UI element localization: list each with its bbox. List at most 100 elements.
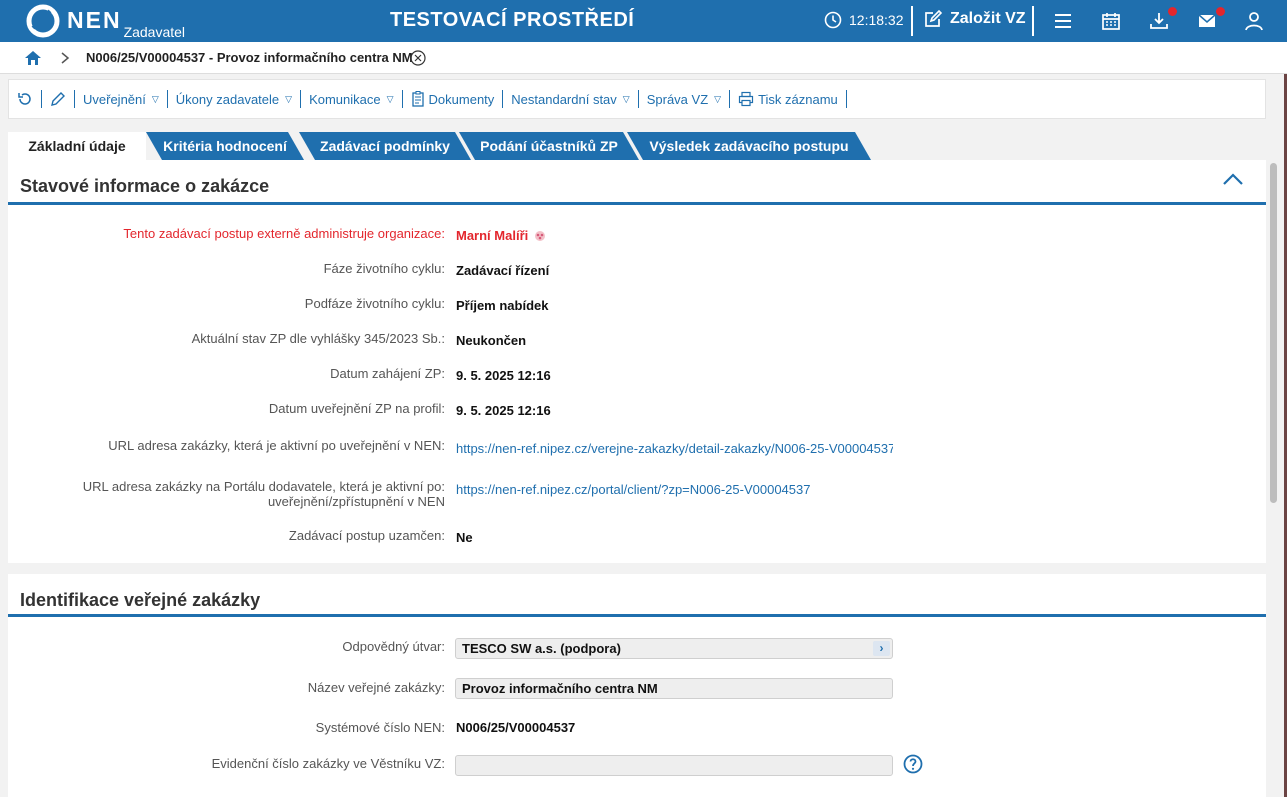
menu-icon[interactable]: [1052, 10, 1074, 32]
close-icon[interactable]: [410, 50, 426, 66]
refresh-button[interactable]: [17, 90, 41, 108]
menu-label: Tisk záznamu: [758, 91, 838, 107]
field-value: Neukončen: [456, 333, 527, 348]
field-value: Provoz informačního centra NM: [462, 681, 658, 696]
field-label: Datum zahájení ZP:: [330, 366, 445, 381]
menu-label: Správa VZ: [646, 91, 709, 107]
field-label: Datum uveřejnění ZP na profil:: [268, 401, 445, 416]
chevron-up-icon[interactable]: [1222, 172, 1244, 186]
dropdown-arrow-icon: ▽: [622, 93, 630, 104]
clock-time: 12:18:32: [849, 12, 904, 28]
download-icon[interactable]: [1148, 10, 1170, 32]
user-icon[interactable]: [1243, 10, 1265, 32]
document-icon: [411, 91, 424, 107]
menu-label: Úkony zadavatele: [175, 91, 280, 107]
menu-label: Dokumenty: [428, 91, 495, 107]
contract-name-field[interactable]: Provoz informačního centra NM: [455, 678, 893, 699]
field-value: Ne: [456, 530, 473, 545]
header-divider: [1032, 6, 1034, 36]
logo-text: NEN: [67, 7, 122, 33]
mail-notification-dot: [1216, 7, 1225, 16]
tab-zakladni-udaje[interactable]: Základní údaje: [8, 132, 146, 160]
field-label: URL adresa zakázky, která je aktivní po …: [108, 438, 445, 453]
field-label: Fáze životního cyklu:: [323, 261, 445, 276]
external-org-value[interactable]: Marní Malíři: [456, 228, 547, 243]
tab-label: Základní údaje: [28, 138, 126, 154]
field-label: Podfáze životního cyklu:: [304, 296, 445, 311]
responsible-unit-field[interactable]: TESCO SW a.s. (podpora) ›: [455, 638, 893, 659]
field-label: Název veřejné zakázky:: [307, 680, 445, 695]
field-label: Zadávací postup uzamčen:: [288, 528, 445, 543]
field-label: URL adresa zakázky na Portálu dodavatele…: [83, 479, 445, 509]
dropdown-arrow-icon: ▽: [285, 93, 293, 104]
field-label-line: URL adresa zakázky na Portálu dodavatele…: [82, 479, 445, 494]
edit-icon: [925, 9, 943, 27]
field-value: Příjem nabídek: [456, 298, 549, 313]
identification-panel: Identifikace veřejné zakázky Odpovědný ú…: [8, 574, 1266, 797]
nen-url-link[interactable]: https://nen-ref.nipez.cz/verejne-zakazky…: [456, 441, 893, 456]
clock-icon: [824, 11, 842, 29]
tab-kriteria-hodnoceni[interactable]: Kritéria hodnocení: [146, 132, 304, 160]
scrollbar-thumb[interactable]: [1270, 163, 1277, 503]
session-clock: 12:18:32: [824, 11, 904, 29]
tab-label: Kritéria hodnocení: [163, 138, 287, 154]
tab-zadavaci-podminky[interactable]: Zadávací podmínky: [299, 132, 471, 160]
chevron-right-icon[interactable]: ›: [873, 641, 890, 656]
field-value: 9. 5. 2025 12:16: [456, 368, 551, 383]
environment-title: TESTOVACÍ PROSTŘEDÍ: [390, 9, 635, 31]
mail-icon[interactable]: [1196, 10, 1218, 32]
organization-badge-icon: [535, 230, 546, 241]
tab-label: Zadávací podmínky: [320, 138, 450, 154]
menu-label: Nestandardní stav: [511, 91, 617, 107]
nen-logo[interactable]: NEN Zadavatel: [26, 4, 185, 40]
field-label: Tento zadávací postup externě administru…: [123, 226, 445, 241]
new-vz-button[interactable]: Založit VZ: [924, 9, 1026, 28]
portal-url-link[interactable]: https://nen-ref.nipez.cz/portal/client/?…: [456, 482, 893, 497]
field-value: Marní Malíři: [456, 228, 529, 243]
top-bar: NEN Zadavatel TESTOVACÍ PROSTŘEDÍ 12:18:…: [0, 0, 1287, 42]
field-label: Systémové číslo NEN:: [315, 720, 445, 735]
status-panel: Stavové informace o zakázce Tento zadáva…: [8, 160, 1266, 563]
home-icon[interactable]: [24, 49, 42, 67]
menu-sprava-vz[interactable]: Správa VZ ▽: [639, 90, 729, 108]
section-underline: [8, 202, 1266, 205]
menu-nestandardni-stav[interactable]: Nestandardní stav ▽: [503, 90, 637, 108]
refresh-icon: [18, 93, 31, 105]
new-vz-label: Založit VZ: [950, 9, 1026, 27]
tab-podani-ucastniku[interactable]: Podání účastníků ZP: [459, 132, 639, 160]
field-label: Odpovědný útvar:: [342, 639, 445, 654]
toolbar-divider: [845, 90, 847, 108]
edit-button[interactable]: [42, 90, 74, 108]
menu-dokumenty[interactable]: Dokumenty: [403, 90, 503, 108]
menu-label: Uveřejnění: [83, 91, 146, 107]
breadcrumb: N006/25/V00004537 - Provoz informačního …: [0, 42, 1287, 74]
field-value: N006/25/V00004537: [456, 720, 576, 735]
menu-uverejneni[interactable]: Uveřejnění ▽: [75, 90, 167, 108]
chevron-right-icon: [61, 52, 70, 64]
calendar-icon[interactable]: [1100, 10, 1122, 32]
menu-komunikace[interactable]: Komunikace ▽: [301, 90, 401, 108]
section-title: Stavové informace o zakázce: [20, 176, 270, 196]
field-value: 9. 5. 2025 12:16: [456, 403, 551, 418]
tab-bar: Základní údaje Kritéria hodnocení Zadáva…: [8, 132, 908, 160]
tab-label: Podání účastníků ZP: [480, 138, 618, 154]
logo-subtitle: Zadavatel: [123, 24, 186, 40]
menu-ukony-zadavatele[interactable]: Úkony zadavatele ▽: [168, 90, 300, 108]
dropdown-arrow-icon: ▽: [714, 93, 722, 104]
section-title: Identifikace veřejné zakázky: [20, 590, 261, 610]
dropdown-arrow-icon: ▽: [151, 93, 159, 104]
breadcrumb-current[interactable]: N006/25/V00004537 - Provoz informačního …: [86, 50, 413, 65]
action-toolbar: Uveřejnění ▽ Úkony zadavatele ▽ Komunikace…: [8, 79, 1266, 119]
field-label-line: uveřejnění/zpřístupnění v NEN: [267, 494, 445, 509]
help-icon[interactable]: [903, 754, 923, 774]
menu-label: Komunikace: [309, 91, 381, 107]
journal-number-field[interactable]: [455, 755, 893, 776]
field-value: TESCO SW a.s. (podpora): [462, 641, 621, 656]
dropdown-arrow-icon: ▽: [386, 93, 394, 104]
printer-icon: [738, 91, 754, 107]
menu-tisk-zaznamu[interactable]: Tisk záznamu: [730, 90, 846, 108]
tab-label: Výsledek zadávacího postupu: [649, 138, 849, 154]
logo-ring-icon: [26, 4, 60, 38]
field-label: Evidenční číslo zakázky ve Věstníku VZ:: [211, 756, 445, 771]
tab-vysledek-zadavaciho-postupu[interactable]: Výsledek zadávacího postupu: [627, 132, 871, 160]
